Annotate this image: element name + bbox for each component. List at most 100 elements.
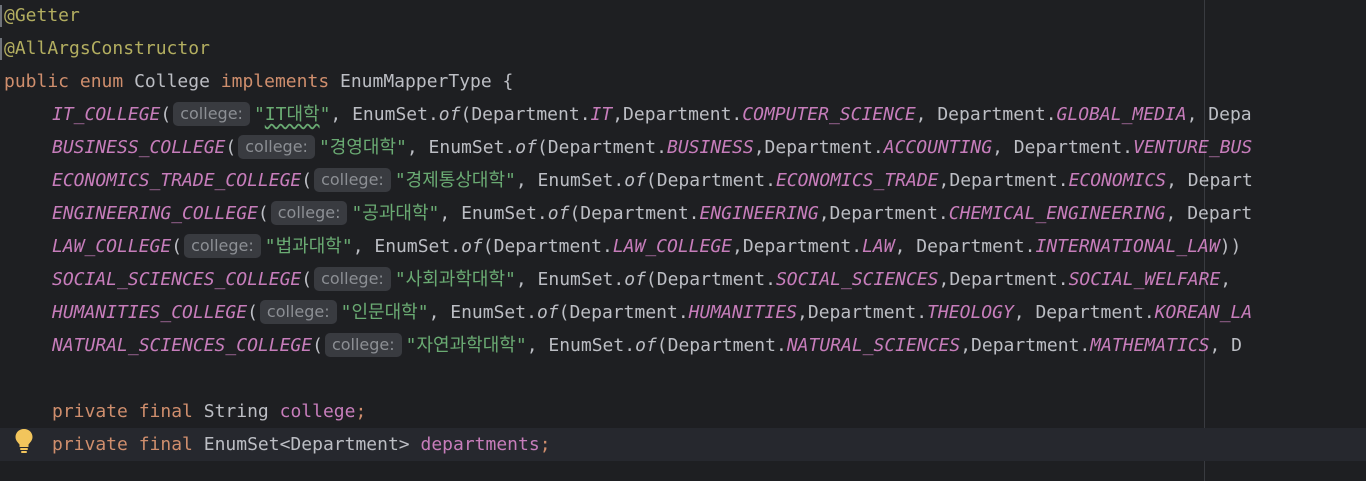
department-constant: THEOLOGY xyxy=(927,302,1014,323)
parameter-hint: college: xyxy=(314,168,391,192)
code-line-enum-constant[interactable]: BUSINESS_COLLEGE(college: "경영대학", EnumSet… xyxy=(0,131,1366,164)
code-line-enum-constant[interactable]: HUMANITIES_COLLEGE(college: "인문대학", EnumS… xyxy=(0,296,1366,329)
typo-squiggle-text: IT대학 xyxy=(264,104,320,125)
open-paren: ( xyxy=(301,269,313,290)
keyword-final: final xyxy=(138,434,193,455)
arguments-tail: , EnumSet.of(Department.IT,Department.CO… xyxy=(330,104,1251,125)
open-paren: ( xyxy=(301,170,313,191)
code-token: (Department. xyxy=(482,236,613,257)
field-declaration: private final String college; xyxy=(52,395,366,428)
arguments-tail: , EnumSet.of(Department.ENGINEERING,Depa… xyxy=(439,203,1252,224)
field-name: departments xyxy=(420,434,540,455)
string-quote: " xyxy=(253,104,265,125)
code-token: , Department. xyxy=(1013,302,1155,323)
semicolon: ; xyxy=(539,434,551,455)
code-line-enum-constant[interactable]: NATURAL_SCIENCES_COLLEGE(college: "자연과학대학… xyxy=(0,329,1366,362)
code-token: , Depart xyxy=(1165,203,1253,224)
code-token: ,Department. xyxy=(753,137,884,158)
open-paren: ( xyxy=(247,302,258,323)
code-token: ,Department. xyxy=(732,236,863,257)
parameter-hint: college: xyxy=(324,333,402,357)
annotation-allargsconstructor: @AllArgsConstructor xyxy=(4,38,210,59)
string-literal: "경영대학" xyxy=(318,137,407,158)
arguments-tail: , EnumSet.of(Department.SOCIAL_SCIENCES,… xyxy=(516,269,1242,290)
code-line-enum-declaration[interactable]: public enum College implements EnumMappe… xyxy=(0,65,1366,98)
keyword-public: public xyxy=(4,71,70,92)
code-token: , xyxy=(1220,269,1242,290)
department-constant: NATURAL_SCIENCES xyxy=(786,335,961,356)
arguments-tail: , EnumSet.of(Department.ECONOMICS_TRADE,… xyxy=(516,170,1253,191)
department-constant: IT xyxy=(590,104,613,125)
code-line-field-departments[interactable]: private final EnumSet<Department> depart… xyxy=(0,428,1366,461)
code-line-blank[interactable] xyxy=(0,362,1366,395)
parameter-hint: college: xyxy=(314,267,391,291)
code-line-enum-constant[interactable]: LAW_COLLEGE(college: "법과대학", EnumSet.of(D… xyxy=(0,230,1366,263)
code-token: (Department. xyxy=(558,302,689,323)
code-line-annotation-getter[interactable]: @Getter xyxy=(0,0,1366,32)
department-constant: INTERNATIONAL_LAW xyxy=(1035,236,1220,257)
department-constant: BUSINESS xyxy=(666,137,754,158)
method-name: of xyxy=(624,170,646,191)
enum-constant-name: ENGINEERING_COLLEGE xyxy=(52,203,258,224)
code-line-enum-constant[interactable]: ECONOMICS_TRADE_COLLEGE(college: "경제통상대학"… xyxy=(0,164,1366,197)
code-token: ,Department. xyxy=(960,335,1091,356)
method-name: of xyxy=(635,335,657,356)
enum-constant-name: ECONOMICS_TRADE_COLLEGE xyxy=(52,170,302,191)
code-token: , EnumSet. xyxy=(515,170,625,191)
class-name: College xyxy=(134,71,210,92)
enum-constant-code: ECONOMICS_TRADE_COLLEGE(college: "경제통상대학"… xyxy=(52,164,1253,197)
type-name: EnumSet<Department> xyxy=(203,434,410,455)
open-paren: ( xyxy=(257,203,269,224)
code-token: (Department. xyxy=(645,170,776,191)
enum-constant-code: SOCIAL_SCIENCES_COLLEGE(college: "사회과학대학"… xyxy=(52,263,1242,296)
code-token: , D xyxy=(1209,335,1242,356)
string-literal: "사회과학대학" xyxy=(394,269,516,290)
string-literal: "IT대학" xyxy=(254,104,330,125)
code-line-enum-constant[interactable]: SOCIAL_SCIENCES_COLLEGE(college: "사회과학대학"… xyxy=(0,263,1366,296)
code-token: , Depart xyxy=(1166,170,1253,191)
lightbulb-icon[interactable] xyxy=(13,427,35,457)
keyword-implements: implements xyxy=(220,71,330,92)
code-editor[interactable]: @Getter @AllArgsConstructor public enum … xyxy=(0,0,1366,481)
department-constant: GLOBAL_MEDIA xyxy=(1056,104,1187,125)
code-token: ,Department. xyxy=(612,104,743,125)
interface-name: EnumMapperType xyxy=(340,71,492,92)
enum-constant-code: NATURAL_SCIENCES_COLLEGE(college: "자연과학대학… xyxy=(52,329,1242,362)
arguments-tail: , EnumSet.of(Department.BUSINESS,Departm… xyxy=(407,137,1252,158)
department-constant: ECONOMICS_TRADE xyxy=(775,170,939,191)
department-constant: LAW_COLLEGE xyxy=(612,236,733,257)
parameter-hint: college: xyxy=(259,300,337,324)
enum-constant-name: LAW_COLLEGE xyxy=(52,236,172,257)
enum-constant-code: IT_COLLEGE(college: "IT대학", EnumSet.of(De… xyxy=(52,98,1252,131)
code-line-field-college[interactable]: private final String college; xyxy=(0,395,1366,428)
string-literal: "인문대학" xyxy=(340,302,429,323)
annotation-getter: @Getter xyxy=(4,5,80,26)
string-literal: "자연과학대학" xyxy=(405,335,527,356)
code-token: (Department. xyxy=(536,137,667,158)
code-token: ,Department. xyxy=(797,302,928,323)
code-token: , Department. xyxy=(915,104,1057,125)
department-constant: ACCOUNTING xyxy=(883,137,993,158)
code-line-enum-constant[interactable]: ENGINEERING_COLLEGE(college: "공과대학", Enum… xyxy=(0,197,1366,230)
enum-constant-name: NATURAL_SCIENCES_COLLEGE xyxy=(52,335,313,356)
string-literal: "공과대학" xyxy=(351,203,440,224)
method-name: of xyxy=(624,269,646,290)
method-name: of xyxy=(536,302,559,323)
method-name: of xyxy=(547,203,570,224)
code-token: , Department. xyxy=(894,236,1036,257)
method-name: of xyxy=(461,236,483,257)
enum-constant-name: BUSINESS_COLLEGE xyxy=(52,137,226,158)
parameter-hint: college: xyxy=(270,201,348,225)
department-constant: SOCIAL_SCIENCES xyxy=(775,269,939,290)
department-constant: HUMANITIES xyxy=(688,302,798,323)
keyword-private: private xyxy=(52,434,128,455)
code-token: , EnumSet. xyxy=(406,137,516,158)
type-name: String xyxy=(203,401,269,422)
department-constant: COMPUTER_SCIENCE xyxy=(742,104,916,125)
enum-constant-name: SOCIAL_SCIENCES_COLLEGE xyxy=(52,269,302,290)
code-token: (Department. xyxy=(645,269,776,290)
method-name: of xyxy=(438,104,461,125)
field-declaration: private final EnumSet<Department> depart… xyxy=(52,428,551,461)
code-line-annotation-allargs[interactable]: @AllArgsConstructor xyxy=(0,32,1366,65)
code-line-enum-constant[interactable]: IT_COLLEGE(college: "IT대학", EnumSet.of(De… xyxy=(0,98,1366,131)
